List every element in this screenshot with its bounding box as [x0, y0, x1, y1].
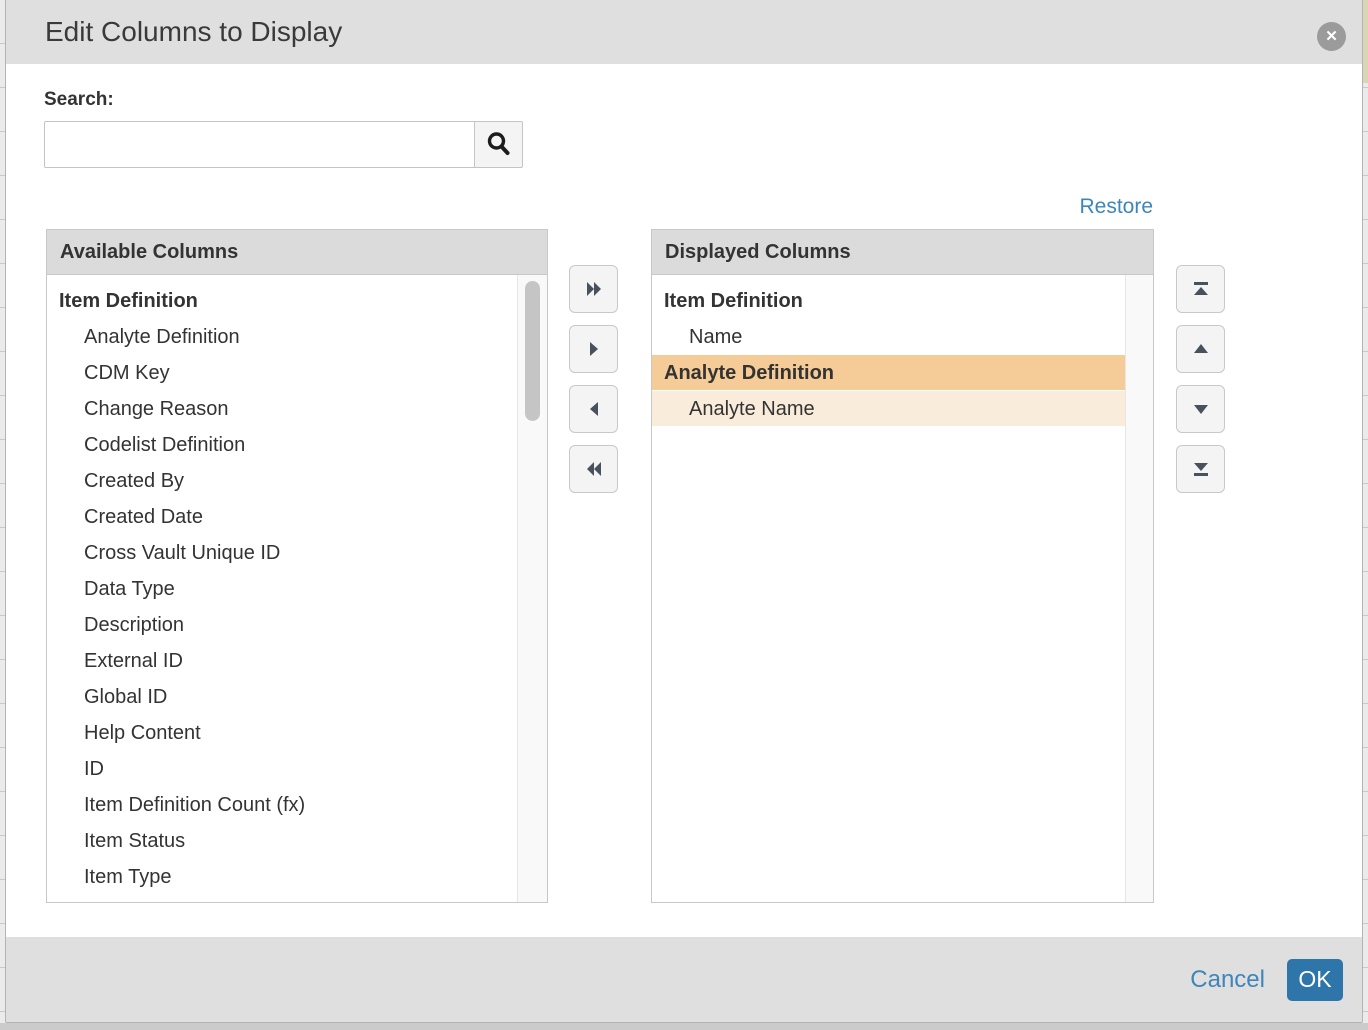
available-column-item[interactable]: Created Date: [47, 499, 517, 535]
available-column-item[interactable]: Global ID: [47, 679, 517, 715]
double-triangle-left-icon: [584, 460, 604, 478]
background-bottom-strip: [0, 1023, 1368, 1030]
close-button[interactable]: ✕: [1317, 22, 1346, 51]
displayed-columns-title: Displayed Columns: [652, 230, 1153, 275]
available-column-item[interactable]: Help Content: [47, 715, 517, 751]
cancel-button[interactable]: Cancel: [1190, 966, 1265, 994]
column-item-label: Help Content: [84, 722, 201, 744]
double-triangle-right-icon: [584, 280, 604, 298]
column-item-label: Name: [689, 326, 742, 348]
column-item-label: Item Status: [84, 830, 185, 852]
available-scrollbar-thumb[interactable]: [525, 281, 540, 421]
column-item-label: Change Reason: [84, 398, 229, 420]
edit-columns-dialog: Edit Columns to Display ✕ Search: Restor…: [5, 0, 1363, 1023]
available-column-item[interactable]: Cross Vault Unique ID: [47, 535, 517, 571]
available-column-item[interactable]: Item Status: [47, 823, 517, 859]
triangle-left-icon: [586, 400, 602, 418]
available-column-item[interactable]: Codelist Definition: [47, 427, 517, 463]
search-icon: [485, 130, 512, 160]
column-item-label: Global ID: [84, 686, 167, 708]
triangle-down-icon: [1192, 402, 1210, 416]
search-field-group: [44, 121, 523, 168]
available-column-item[interactable]: Item Definition: [47, 283, 517, 319]
triangle-down-with-bar-icon: [1191, 460, 1211, 478]
search-input[interactable]: [44, 121, 475, 168]
available-columns-list: Item Definition Analyte Definition CDM Key…: [47, 275, 547, 902]
displayed-scrollbar-track[interactable]: [1125, 275, 1153, 902]
column-item-label: Cross Vault Unique ID: [84, 542, 280, 564]
available-column-item[interactable]: ID: [47, 751, 517, 787]
available-column-item[interactable]: Description: [47, 607, 517, 643]
available-columns-title: Available Columns: [47, 230, 547, 275]
displayed-column-item[interactable]: Analyte Name: [652, 391, 1125, 427]
dialog-title: Edit Columns to Display: [45, 0, 342, 64]
available-column-item[interactable]: External ID: [47, 643, 517, 679]
available-column-item[interactable]: Change Reason: [47, 391, 517, 427]
search-label: Search:: [44, 89, 114, 111]
column-item-label: Data Type: [84, 578, 175, 600]
column-item-label: Created By: [84, 470, 184, 492]
column-item-label: Analyte Definition: [664, 362, 834, 384]
column-item-label: Item Definition: [664, 290, 803, 312]
dialog-footer: Cancel OK: [6, 937, 1362, 1022]
column-item-label: Created Date: [84, 506, 203, 528]
displayed-column-item[interactable]: Item Definition: [652, 283, 1125, 319]
available-column-item[interactable]: Item Type: [47, 859, 517, 895]
triangle-up-icon: [1192, 342, 1210, 356]
close-icon: ✕: [1325, 29, 1338, 44]
column-item-label: Analyte Name: [689, 398, 815, 420]
available-column-item[interactable]: CDM Key: [47, 355, 517, 391]
dialog-header: Edit Columns to Display ✕: [6, 0, 1362, 64]
move-up-button[interactable]: [1176, 325, 1225, 373]
triangle-up-with-bar-icon: [1191, 280, 1211, 298]
move-to-top-button[interactable]: [1176, 265, 1225, 313]
move-left-button[interactable]: [569, 385, 618, 433]
move-to-bottom-button[interactable]: [1176, 445, 1225, 493]
available-column-item[interactable]: Created By: [47, 463, 517, 499]
column-item-label: CDM Key: [84, 362, 170, 384]
column-item-label: Codelist Definition: [84, 434, 245, 456]
available-scrollbar-track[interactable]: [517, 275, 547, 902]
available-columns-panel: Available Columns Item Definition Analyte…: [46, 229, 548, 903]
column-item-label: Item Definition: [59, 290, 198, 312]
column-item-label: Analyte Definition: [84, 326, 240, 348]
available-column-item[interactable]: Analyte Definition: [47, 319, 517, 355]
available-column-item[interactable]: Data Type: [47, 571, 517, 607]
move-down-button[interactable]: [1176, 385, 1225, 433]
column-item-label: Item Definition Count (fx): [84, 794, 305, 816]
column-item-label: ID: [84, 758, 104, 780]
column-item-label: Item Type: [84, 866, 171, 888]
displayed-column-item[interactable]: Analyte Definition: [652, 355, 1125, 391]
move-right-button[interactable]: [569, 325, 618, 373]
move-all-left-button[interactable]: [569, 445, 618, 493]
restore-link[interactable]: Restore: [1079, 195, 1153, 219]
move-all-right-button[interactable]: [569, 265, 618, 313]
displayed-column-item[interactable]: Name: [652, 319, 1125, 355]
column-item-label: Description: [84, 614, 184, 636]
available-column-item[interactable]: Item Definition Count (fx): [47, 787, 517, 823]
search-button[interactable]: [474, 121, 523, 168]
column-item-label: External ID: [84, 650, 183, 672]
ok-button[interactable]: OK: [1287, 959, 1343, 1001]
displayed-columns-list: Item Definition Name Analyte Definition Ana…: [652, 275, 1153, 902]
triangle-right-icon: [586, 340, 602, 358]
displayed-columns-panel: Displayed Columns Item Definition Name Ana…: [651, 229, 1154, 903]
